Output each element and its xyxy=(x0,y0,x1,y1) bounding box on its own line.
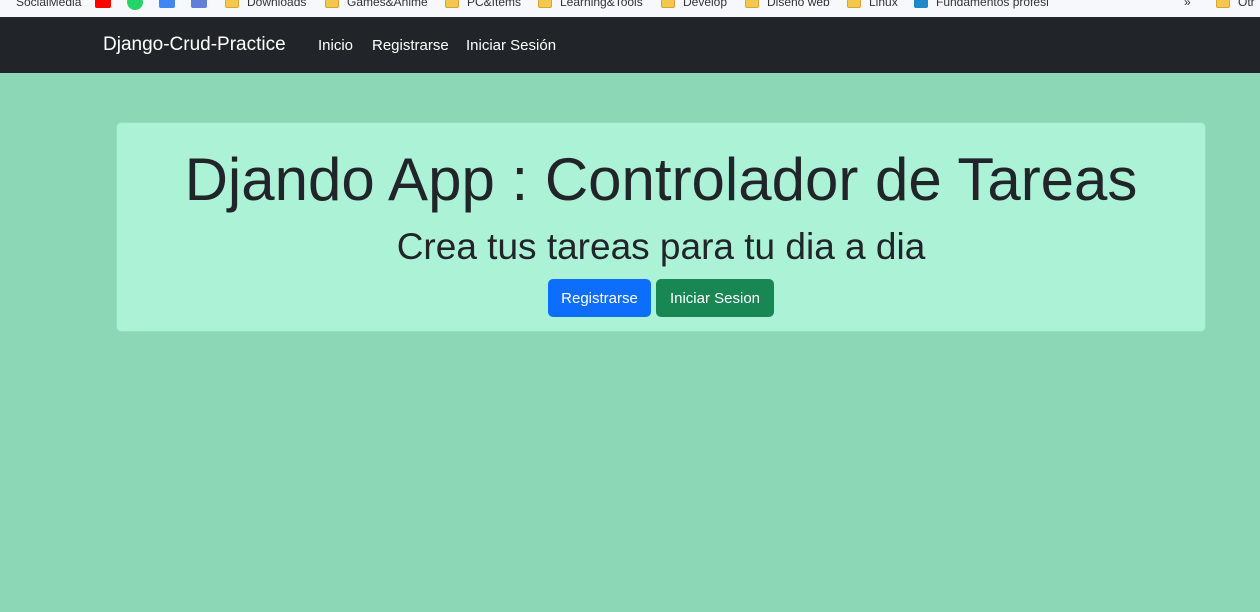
folder-icon xyxy=(661,0,675,8)
folder-icon xyxy=(538,0,552,8)
navbar-brand[interactable]: Django-Crud-Practice xyxy=(103,34,286,56)
bookmark-label: Downloads xyxy=(247,0,307,9)
bookmark-learning-tools[interactable]: Learning&Tools xyxy=(538,0,643,11)
folder-icon xyxy=(445,0,459,8)
bookmarks-overflow-button[interactable]: » xyxy=(1184,0,1191,11)
bookmark-whatsapp[interactable] xyxy=(127,0,151,11)
bookmark-fundamentos[interactable]: Fundamentos profesi xyxy=(914,0,1049,11)
bookmark-diseno-web[interactable]: Diseño web xyxy=(745,0,830,11)
bookmark-socialmedia[interactable]: SocialMedia xyxy=(16,0,81,11)
bookmark-downloads[interactable]: Downloads xyxy=(225,0,306,11)
page-subtitle: Crea tus tareas para tu dia a dia xyxy=(396,226,926,267)
bookmark-label: Linux xyxy=(869,0,898,9)
bookmark-label: PC&Items xyxy=(467,0,522,9)
folder-icon xyxy=(745,0,759,8)
folder-icon xyxy=(847,0,861,8)
google-icon xyxy=(159,0,175,8)
nav-link-inicio[interactable]: Inicio xyxy=(318,37,353,54)
folder-icon xyxy=(1216,0,1230,8)
login-button[interactable]: Iniciar Sesion xyxy=(656,279,774,317)
page-title: Djando App : Controlador de Tareas xyxy=(184,146,1138,213)
bookmark-other[interactable]: Otr xyxy=(1216,0,1255,11)
site-icon xyxy=(914,0,928,8)
bookmark-develop[interactable]: Develop xyxy=(661,0,727,11)
bookmark-label: Games&Anime xyxy=(347,0,428,9)
folder-icon xyxy=(325,0,339,8)
youtube-icon xyxy=(95,0,111,8)
app-icon xyxy=(191,0,207,8)
bookmark-label: Develop xyxy=(683,0,728,9)
bookmark-label: Diseño web xyxy=(767,0,830,9)
bookmark-label: Otr xyxy=(1238,0,1255,9)
hero-card: Djando App : Controlador de Tareas Crea … xyxy=(116,122,1206,332)
bookmark-label: Fundamentos profesi xyxy=(936,0,1049,9)
bookmark-label: SocialMedia xyxy=(16,0,82,9)
navbar: Django-Crud-Practice Inicio Registrarse … xyxy=(0,17,1260,73)
bookmark-youtube[interactable] xyxy=(95,0,119,11)
bookmark-games-anime[interactable]: Games&Anime xyxy=(325,0,428,11)
folder-icon xyxy=(225,0,239,8)
register-button[interactable]: Registrarse xyxy=(548,279,651,317)
bookmark-app[interactable] xyxy=(191,0,215,11)
nav-link-registrarse[interactable]: Registrarse xyxy=(372,37,449,54)
bookmark-linux[interactable]: Linux xyxy=(847,0,898,11)
bookmark-label: Learning&Tools xyxy=(560,0,643,9)
nav-link-iniciar-sesion[interactable]: Iniciar Sesión xyxy=(466,37,556,54)
chevron-double-right-icon: » xyxy=(1184,0,1191,9)
whatsapp-icon xyxy=(127,0,143,10)
bookmark-google[interactable] xyxy=(159,0,183,11)
bookmark-pc-items[interactable]: PC&Items xyxy=(445,0,521,11)
bookmarks-bar: SocialMedia Downloads Games&Anime PC&Ite… xyxy=(0,0,1260,18)
